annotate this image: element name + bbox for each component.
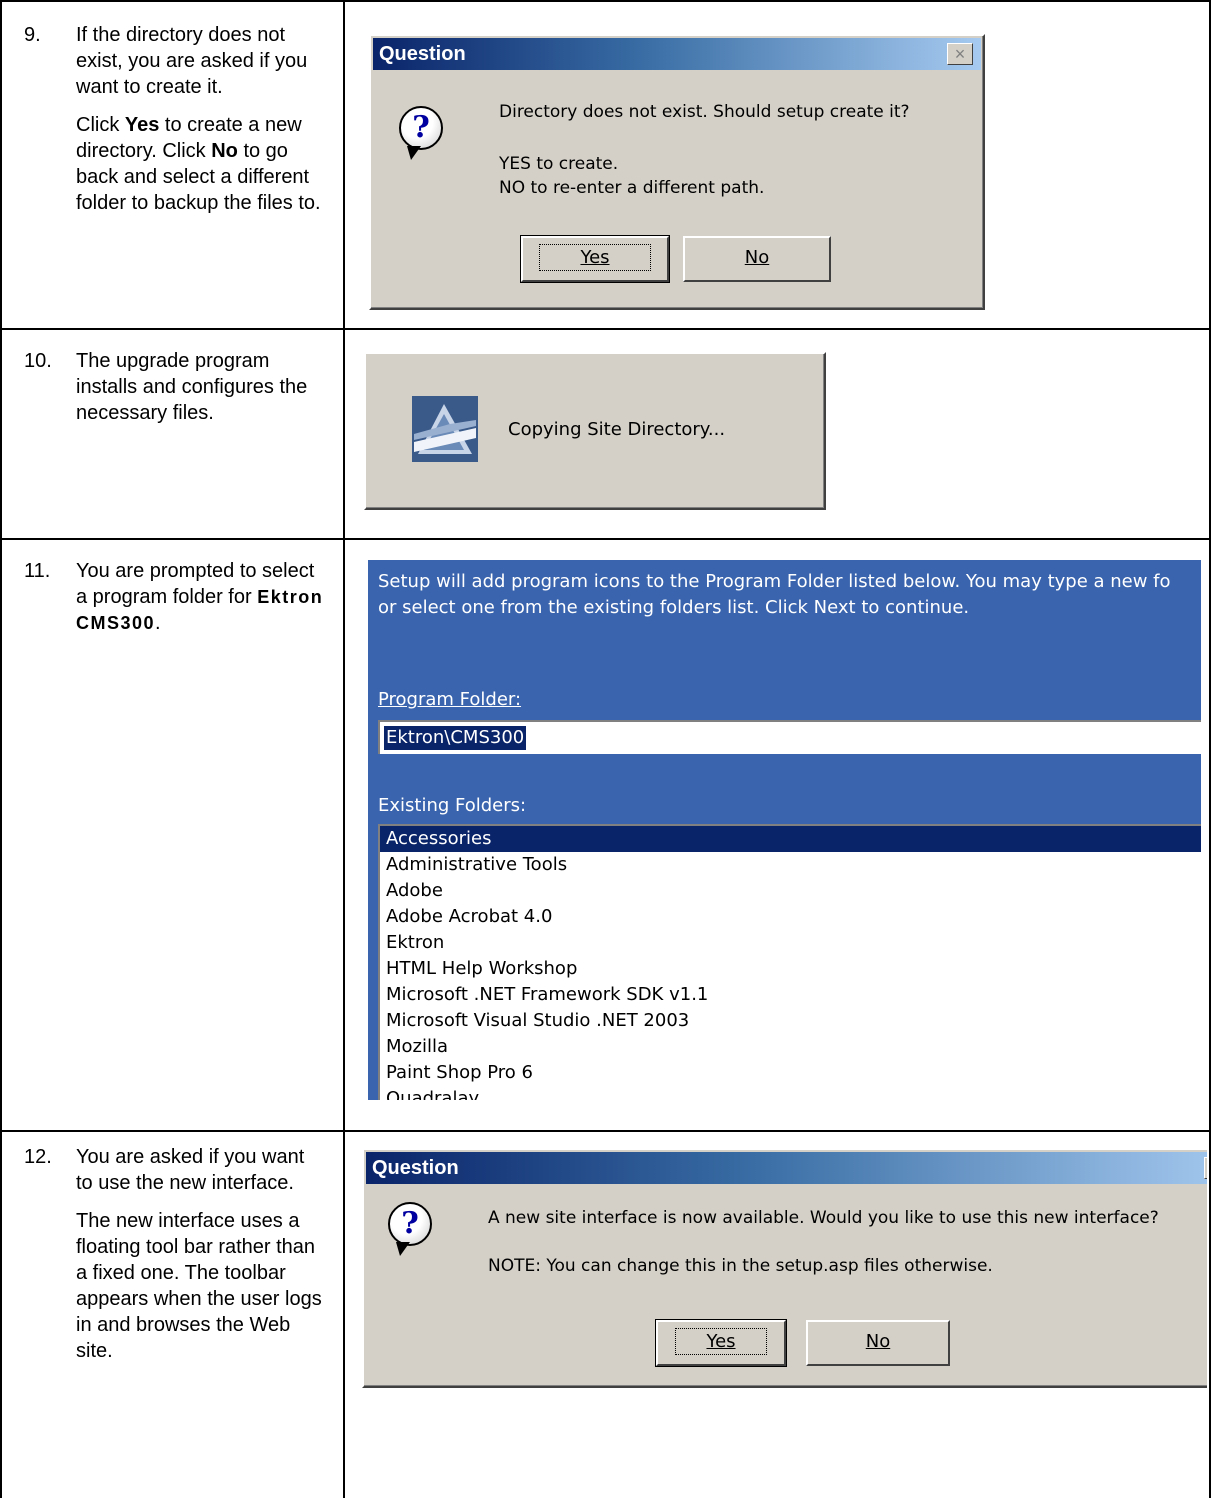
setup-intro-line-1: Setup will add program icons to the Prog… xyxy=(378,571,1171,592)
question-icon: ? xyxy=(399,106,443,160)
row-divider-3 xyxy=(0,1130,1211,1132)
existing-folders-label: Existing Folders: xyxy=(378,795,527,816)
list-item[interactable]: Administrative Tools xyxy=(380,852,1201,878)
question-dialog-clip: Question × ? A new site interface is now… xyxy=(362,1148,1207,1392)
dialog-titlebar: Question × xyxy=(373,38,981,70)
dialog-message: A new site interface is now available. W… xyxy=(488,1208,1159,1228)
row-divider-2 xyxy=(0,538,1211,540)
step-description: The new interface uses a floating tool b… xyxy=(76,1210,322,1362)
step-text: You are prompted to select a program fol… xyxy=(76,560,324,634)
program-folder-value: Ektron\CMS300 xyxy=(384,726,527,750)
no-button[interactable]: No xyxy=(683,236,831,282)
close-icon[interactable]: × xyxy=(947,43,973,65)
step-text: The upgrade program installs and configu… xyxy=(76,350,308,424)
list-item[interactable]: Ektron xyxy=(380,930,1201,956)
dialog-line-yes: YES to create. xyxy=(499,154,619,174)
step-number: 12. xyxy=(24,1146,52,1168)
dialog-note: NOTE: You can change this in the setup.a… xyxy=(488,1256,993,1276)
dialog-message: Directory does not exist. Should setup c… xyxy=(499,102,910,122)
table-column-divider xyxy=(343,0,345,1498)
yes-button[interactable]: Yes xyxy=(655,1319,787,1367)
list-item[interactable]: Accessories xyxy=(380,826,1201,852)
dialog-titlebar: Question × xyxy=(366,1152,1207,1184)
close-icon[interactable]: × xyxy=(1204,1157,1207,1179)
step-instruction: Click Yes to create a new directory. Cli… xyxy=(76,114,321,214)
program-folder-label: Program Folder: xyxy=(378,689,522,710)
list-item[interactable]: Quadralay xyxy=(380,1086,1201,1100)
existing-folders-list[interactable]: Accessories Administrative Tools Adobe A… xyxy=(378,824,1201,1100)
program-folder-panel: Setup will add program icons to the Prog… xyxy=(368,560,1201,1100)
program-folder-input[interactable]: Ektron\CMS300 xyxy=(378,720,1201,754)
dialog-title: Question xyxy=(372,1157,459,1179)
question-dialog-2: Question × ? A new site interface is now… xyxy=(362,1148,1207,1388)
dialog-title: Question xyxy=(379,43,466,65)
step-number: 9. xyxy=(24,24,41,46)
step-number: 11. xyxy=(24,560,51,582)
list-item[interactable]: HTML Help Workshop xyxy=(380,956,1201,982)
list-item[interactable]: Paint Shop Pro 6 xyxy=(380,1060,1201,1086)
copying-progress-window: Copying Site Directory... xyxy=(364,352,826,510)
question-icon: ? xyxy=(388,1202,432,1256)
step-text: If the directory does not exist, you are… xyxy=(76,24,308,98)
table-top-border xyxy=(0,0,1211,2)
step-text: You are asked if you want to use the new… xyxy=(76,1146,305,1194)
setup-logo-icon xyxy=(412,396,478,462)
question-dialog: Question × ? Directory does not exist. S… xyxy=(369,34,985,310)
dialog-line-no: NO to re-enter a different path. xyxy=(499,178,765,198)
no-button[interactable]: No xyxy=(806,1320,950,1366)
list-item[interactable]: Adobe Acrobat 4.0 xyxy=(380,904,1201,930)
list-item[interactable]: Microsoft Visual Studio .NET 2003 xyxy=(380,1008,1201,1034)
copying-message: Copying Site Directory... xyxy=(508,419,726,440)
table-left-border xyxy=(0,0,2,1498)
step-number: 10. xyxy=(24,350,52,372)
row-divider-1 xyxy=(0,328,1211,330)
list-item[interactable]: Mozilla xyxy=(380,1034,1201,1060)
list-item[interactable]: Adobe xyxy=(380,878,1201,904)
setup-intro-line-2: or select one from the existing folders … xyxy=(378,597,970,618)
list-item[interactable]: Microsoft .NET Framework SDK v1.1 xyxy=(380,982,1201,1008)
yes-button[interactable]: Yes xyxy=(520,235,670,283)
